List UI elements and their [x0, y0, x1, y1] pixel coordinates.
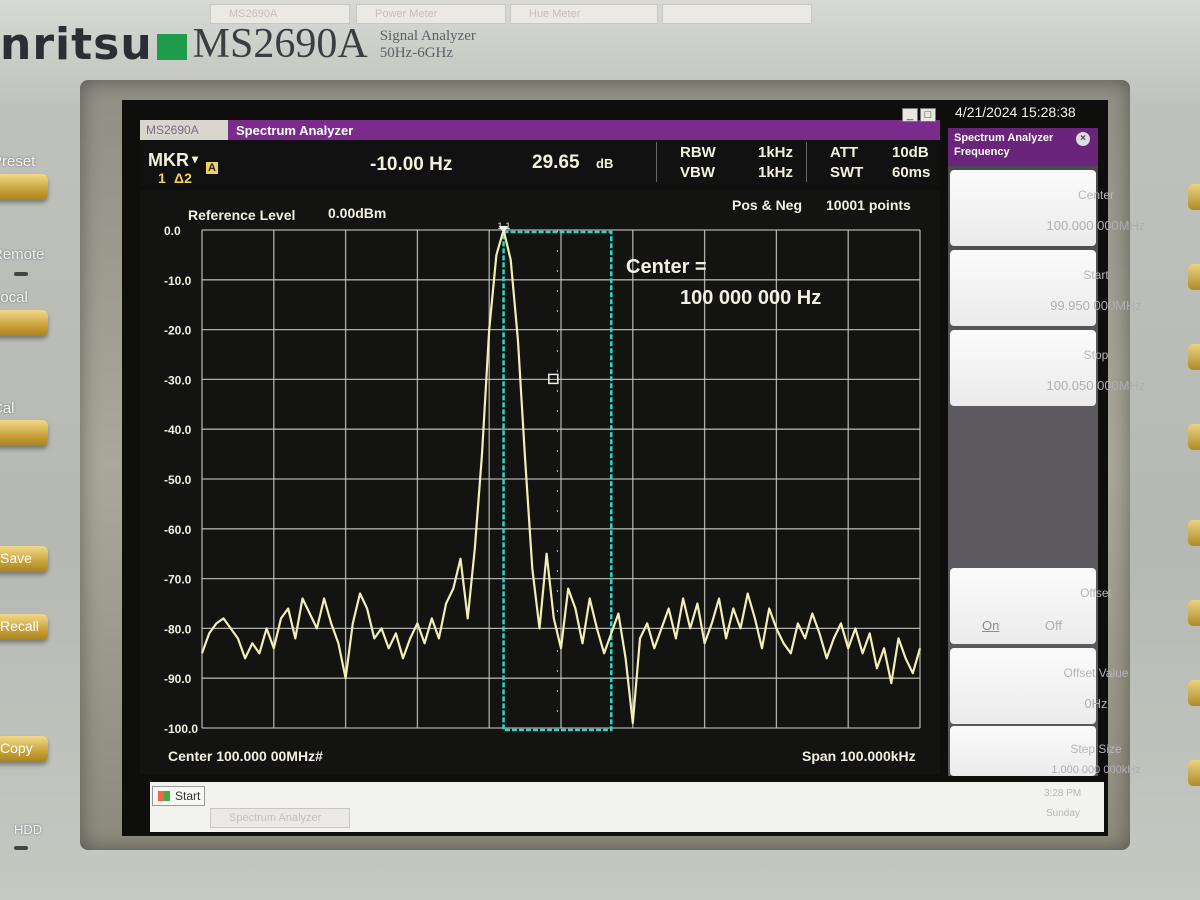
softkey-value: 100.050 000MHz [1046, 378, 1146, 393]
softkey-label: Step Size [1070, 742, 1122, 756]
y-tick-label: -90.0 [164, 672, 192, 686]
taskbar-item[interactable]: MS2690A [210, 4, 350, 24]
annotation-line1: Center = [626, 256, 707, 278]
softkey-center[interactable]: Center 100.000 000MHz [950, 170, 1146, 246]
softkey-label: Stop [1083, 348, 1109, 362]
softkey-step-size[interactable]: Step Size 1.000 000 000kHz [950, 726, 1141, 776]
softkey-offset[interactable]: Offset On Off [950, 568, 1112, 644]
offset-off-option[interactable]: Off [1045, 618, 1062, 633]
taskbar-item[interactable]: Power Meter [356, 4, 506, 24]
softkey-panel-subtitle: Frequency [954, 146, 1010, 158]
y-tick-label: 0.0 [164, 224, 181, 238]
y-tick-label: -70.0 [164, 573, 192, 587]
y-tick-label: -30.0 [164, 373, 192, 387]
softkey-offset-value[interactable]: Offset Value 0Hz [950, 648, 1128, 724]
softkey-label: Start [1083, 268, 1109, 282]
softkey-label: Offset Value [1063, 666, 1129, 680]
taskbar-day: Sunday [1046, 808, 1080, 819]
softkey-panel-header: Spectrum Analyzer Frequency × [948, 128, 1098, 166]
softkey-start[interactable]: Start 99.950 000MHz [950, 250, 1142, 326]
softkey-value: 100.000 000MHz [1046, 218, 1146, 233]
y-tick-label: -50.0 [164, 473, 192, 487]
y-tick-label: -80.0 [164, 622, 192, 636]
softkey-label: Center [1077, 188, 1115, 202]
taskbar-clock: 3:28 PM [1044, 788, 1082, 799]
softkey-value: 99.950 000MHz [1050, 298, 1142, 313]
y-tick-label: -100.0 [164, 722, 198, 736]
taskbar-item[interactable] [662, 4, 812, 24]
softkey-stop[interactable]: Stop 100.050 000MHz [950, 330, 1146, 406]
y-tick-label: -20.0 [164, 324, 192, 338]
marker-zone-box [502, 230, 613, 732]
y-tick-label: -10.0 [164, 274, 192, 288]
y-tick-label: -60.0 [164, 523, 192, 537]
offset-on-option[interactable]: On [982, 618, 999, 633]
marker-tag: 1-1 [498, 221, 511, 231]
start-button[interactable]: Start [152, 786, 206, 806]
softkey-value: 1.000 000 000kHz [1051, 764, 1141, 776]
taskbar-item[interactable]: Hue Meter [510, 4, 658, 24]
close-icon[interactable]: × [1076, 132, 1090, 146]
softkey-value: 0Hz [1084, 696, 1108, 711]
taskbar-item-active[interactable]: Spectrum Analyzer [210, 808, 350, 828]
softkey-label: Offset [1080, 586, 1112, 600]
annotation-line2: 100 000 000 Hz [680, 287, 822, 309]
y-tick-label: -40.0 [164, 423, 192, 437]
span-footer[interactable]: Span 100.000kHz [802, 748, 916, 764]
center-frequency-footer[interactable]: Center 100.000 00MHz# [168, 748, 323, 764]
